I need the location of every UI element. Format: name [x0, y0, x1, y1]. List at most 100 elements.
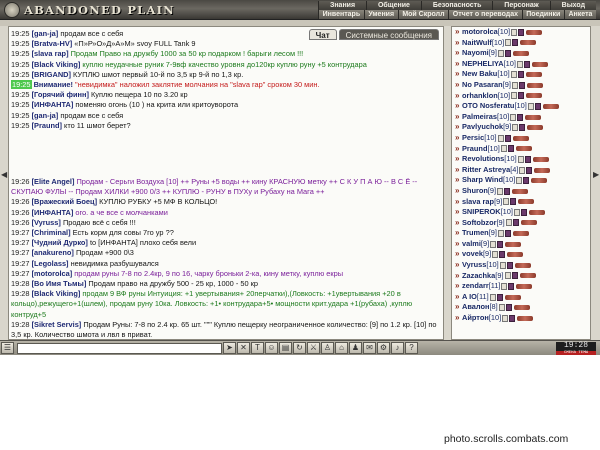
private-message-icon[interactable]: »	[455, 207, 462, 218]
info-icon[interactable]	[500, 145, 507, 153]
user-name[interactable]: Айртон	[462, 313, 489, 324]
message-nick[interactable]: [slava rap]	[32, 49, 69, 58]
refresh-icon[interactable]: ↻	[293, 342, 306, 354]
message-nick[interactable]: [Black Viking]	[32, 289, 81, 298]
collapse-left-icon[interactable]: ◀	[1, 170, 7, 179]
info-icon[interactable]	[516, 177, 523, 185]
private-message-icon[interactable]: »	[455, 59, 462, 70]
user-name[interactable]: SNIPEROK	[462, 207, 501, 218]
info-icon[interactable]	[517, 155, 524, 163]
user-list-item[interactable]: » A IO [11]	[455, 292, 590, 303]
message-nick[interactable]: [Во Имя Тьмы]	[32, 279, 87, 288]
info-icon[interactable]	[527, 102, 534, 110]
user-list-item[interactable]: » zendarr [11]	[455, 281, 590, 292]
user-name[interactable]: Pavlyuchok	[462, 122, 503, 133]
user-list-item[interactable]: » Авалон [8]	[455, 302, 590, 313]
message-nick[interactable]: [Чудний Дурко]	[32, 238, 88, 247]
user-list-item[interactable]: » Nayomi [9]	[455, 48, 590, 59]
info-icon[interactable]	[505, 39, 512, 47]
private-message-icon[interactable]: »	[455, 186, 462, 197]
user-name[interactable]: valmi	[462, 239, 481, 250]
user-list-item[interactable]: » Vyruss [10]	[455, 260, 590, 271]
user-list-item[interactable]: » Pavlyuchok [9]	[455, 122, 590, 133]
message-nick[interactable]: [ИНФАНТА]	[32, 208, 74, 217]
private-message-icon[interactable]: »	[455, 313, 462, 324]
nav-communication[interactable]: Общение	[366, 1, 421, 10]
user-name[interactable]: Sharp Wind	[462, 175, 503, 186]
message-nick[interactable]: [Горячий финн]	[32, 90, 89, 99]
message-nick[interactable]: [Black Viking]	[32, 60, 81, 69]
user-list-item[interactable]: » slava rap [9]	[455, 197, 590, 208]
nav-exit[interactable]: Выход	[549, 1, 596, 10]
user-name[interactable]: NaitWulf	[462, 38, 492, 49]
user-name[interactable]: No Pasaran	[462, 80, 503, 91]
clear-icon[interactable]: ✕	[237, 342, 250, 354]
info-icon[interactable]	[497, 49, 504, 57]
private-message-icon[interactable]: »	[455, 249, 462, 260]
user-name[interactable]: motorolca	[462, 27, 498, 38]
message-nick[interactable]: [Elite Angel]	[32, 177, 75, 186]
user-name[interactable]: OTO Nosferatu	[462, 101, 514, 112]
user-name[interactable]: Ritter Astreya	[462, 165, 510, 176]
nav-security[interactable]: Безопасность	[420, 1, 493, 10]
private-message-icon[interactable]: »	[455, 69, 462, 80]
info-icon[interactable]	[516, 60, 523, 68]
message-nick[interactable]: [gan-ja]	[32, 111, 59, 120]
info-icon[interactable]	[492, 251, 499, 259]
private-message-icon[interactable]: »	[455, 144, 462, 155]
user-name[interactable]: New Baku	[462, 69, 497, 80]
info-icon[interactable]	[490, 240, 497, 248]
user-name[interactable]: Vyruss	[462, 260, 486, 271]
private-message-icon[interactable]: »	[455, 260, 462, 271]
user-list-item[interactable]: » Shuron [9]	[455, 186, 590, 197]
smiley-icon[interactable]: ☺	[265, 342, 278, 354]
info-icon[interactable]	[510, 71, 517, 79]
user-name[interactable]: Zazachka	[462, 271, 495, 282]
private-message-icon[interactable]: »	[455, 302, 462, 313]
nav-profile[interactable]: Анкета	[563, 10, 597, 19]
user-name[interactable]: Palmeiras	[462, 112, 497, 123]
user-name[interactable]: Praund	[462, 144, 487, 155]
message-nick[interactable]: [Vyruss]	[32, 218, 61, 227]
chat-message-input[interactable]	[17, 342, 222, 354]
user-name[interactable]: Revolutions	[462, 154, 504, 165]
menu-icon[interactable]: ☰	[1, 342, 14, 354]
private-message-icon[interactable]: »	[455, 80, 462, 91]
message-nick[interactable]: [anakureno]	[32, 248, 74, 257]
user-list-item[interactable]: » Sharp Wind [10]	[455, 175, 590, 186]
info-icon[interactable]	[510, 113, 517, 121]
user-name[interactable]: Shuron	[462, 186, 488, 197]
nav-skills[interactable]: Умения	[363, 10, 398, 19]
private-message-icon[interactable]: »	[455, 101, 462, 112]
info-icon[interactable]	[513, 208, 520, 216]
message-nick[interactable]: [gan-ja]	[32, 29, 59, 38]
walk-icon[interactable]: ♙	[321, 342, 334, 354]
user-list-item[interactable]: » Ritter Astreya [4]	[455, 165, 590, 176]
info-icon[interactable]	[511, 28, 518, 36]
private-message-icon[interactable]: »	[455, 122, 462, 133]
private-message-icon[interactable]: »	[455, 91, 462, 102]
message-nick[interactable]: [Legolass]	[32, 259, 69, 268]
nav-duels[interactable]: Поединки	[521, 10, 564, 19]
user-list-item[interactable]: » No Pasaran [9]	[455, 80, 590, 91]
info-icon[interactable]	[519, 166, 526, 174]
private-message-icon[interactable]: »	[455, 175, 462, 186]
user-list-item[interactable]: » NEPHELIYA [10]	[455, 59, 590, 70]
info-icon[interactable]	[498, 304, 505, 312]
user-name[interactable]: NEPHELIYA	[462, 59, 504, 70]
user-list-item[interactable]: » valmi [9]	[455, 239, 590, 250]
message-nick[interactable]: [Bratva-HV]	[32, 39, 73, 48]
nav-my-scroll[interactable]: Мой Скролл	[397, 10, 449, 19]
user-name[interactable]: Softobzor	[462, 218, 496, 229]
info-icon[interactable]	[504, 272, 511, 280]
user-list-item[interactable]: » Palmeiras [10]	[455, 112, 590, 123]
private-message-icon[interactable]: »	[455, 38, 462, 49]
user-name[interactable]: A IO	[462, 292, 477, 303]
translit-icon[interactable]: T	[251, 342, 264, 354]
user-list-item[interactable]: » Revolutions [10]	[455, 154, 590, 165]
friends-icon[interactable]: ♟	[349, 342, 362, 354]
private-message-icon[interactable]: »	[455, 133, 462, 144]
user-list-item[interactable]: » orhanklon [10]	[455, 91, 590, 102]
user-list-item[interactable]: » Trumen [9]	[455, 228, 590, 239]
private-message-icon[interactable]: »	[455, 281, 462, 292]
